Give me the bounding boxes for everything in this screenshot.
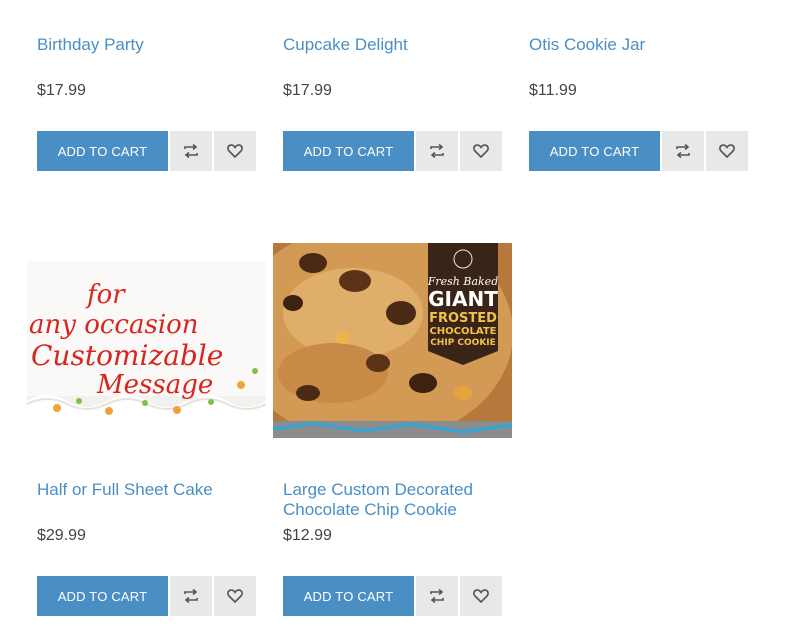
add-to-wishlist-button[interactable] bbox=[706, 131, 748, 171]
add-to-wishlist-button[interactable] bbox=[214, 576, 256, 616]
add-to-cart-button[interactable]: ADD TO CART bbox=[283, 131, 414, 171]
product-card: Otis Cookie Jar $11.99 ADD TO CART bbox=[519, 0, 759, 180]
compare-arrows-icon bbox=[430, 144, 444, 158]
product-actions: ADD TO CART bbox=[37, 131, 256, 171]
product-price: $17.99 bbox=[37, 82, 86, 99]
product-title[interactable]: Half or Full Sheet Cake bbox=[37, 480, 262, 500]
compare-arrows-icon bbox=[430, 589, 444, 603]
compare-arrows-icon bbox=[676, 144, 690, 158]
heart-icon bbox=[473, 144, 489, 158]
add-to-compare-button[interactable] bbox=[416, 576, 458, 616]
product-price: $29.99 bbox=[37, 527, 86, 544]
product-price: $12.99 bbox=[283, 527, 332, 544]
cake-writing-line: Customizable bbox=[31, 339, 223, 372]
compare-arrows-icon bbox=[184, 589, 198, 603]
product-card: for any occasion Customizable Message Ha… bbox=[27, 240, 267, 630]
cookie-badge-text: CHIP COOKIE bbox=[430, 338, 496, 348]
sheet-cake-image: for any occasion Customizable Message bbox=[27, 261, 266, 420]
product-actions: ADD TO CART bbox=[37, 576, 256, 616]
add-to-cart-button[interactable]: ADD TO CART bbox=[283, 576, 414, 616]
add-to-compare-button[interactable] bbox=[662, 131, 704, 171]
product-actions: ADD TO CART bbox=[283, 576, 502, 616]
heart-icon bbox=[719, 144, 735, 158]
cookie-badge-text: GIANT bbox=[428, 287, 498, 311]
compare-arrows-icon bbox=[184, 144, 198, 158]
add-to-cart-button[interactable]: ADD TO CART bbox=[529, 131, 660, 171]
product-image[interactable]: for any occasion Customizable Message bbox=[27, 261, 266, 420]
product-card: Cupcake Delight $17.99 ADD TO CART bbox=[273, 0, 513, 180]
product-actions: ADD TO CART bbox=[283, 131, 502, 171]
product-price: $17.99 bbox=[283, 82, 332, 99]
heart-icon bbox=[473, 589, 489, 603]
cookie-badge-text: FROSTED bbox=[429, 311, 497, 326]
product-card: Fresh Baked GIANT FROSTED CHOCOLATE CHIP… bbox=[273, 240, 513, 630]
add-to-cart-button[interactable]: ADD TO CART bbox=[37, 576, 168, 616]
add-to-cart-button[interactable]: ADD TO CART bbox=[37, 131, 168, 171]
product-card: Birthday Party $17.99 ADD TO CART bbox=[27, 0, 267, 180]
add-to-compare-button[interactable] bbox=[170, 131, 212, 171]
add-to-wishlist-button[interactable] bbox=[460, 131, 502, 171]
heart-icon bbox=[227, 589, 243, 603]
product-actions: ADD TO CART bbox=[529, 131, 748, 171]
cookie-badge-text: CHOCOLATE bbox=[429, 326, 496, 337]
add-to-compare-button[interactable] bbox=[416, 131, 458, 171]
product-image[interactable]: Fresh Baked GIANT FROSTED CHOCOLATE CHIP… bbox=[273, 243, 512, 438]
cake-writing-line: Message bbox=[96, 370, 213, 400]
product-title[interactable]: Birthday Party bbox=[37, 35, 262, 55]
add-to-wishlist-button[interactable] bbox=[460, 576, 502, 616]
cake-writing-line: for bbox=[85, 280, 126, 310]
heart-icon bbox=[227, 144, 243, 158]
product-price: $11.99 bbox=[529, 82, 577, 99]
product-title[interactable]: Otis Cookie Jar bbox=[529, 35, 754, 55]
product-title[interactable]: Cupcake Delight bbox=[283, 35, 508, 55]
add-to-compare-button[interactable] bbox=[170, 576, 212, 616]
cookie-image: Fresh Baked GIANT FROSTED CHOCOLATE CHIP… bbox=[273, 243, 512, 438]
add-to-wishlist-button[interactable] bbox=[214, 131, 256, 171]
product-title[interactable]: Large Custom Decorated Chocolate Chip Co… bbox=[283, 480, 508, 520]
cake-writing-line: any occasion bbox=[29, 310, 199, 340]
